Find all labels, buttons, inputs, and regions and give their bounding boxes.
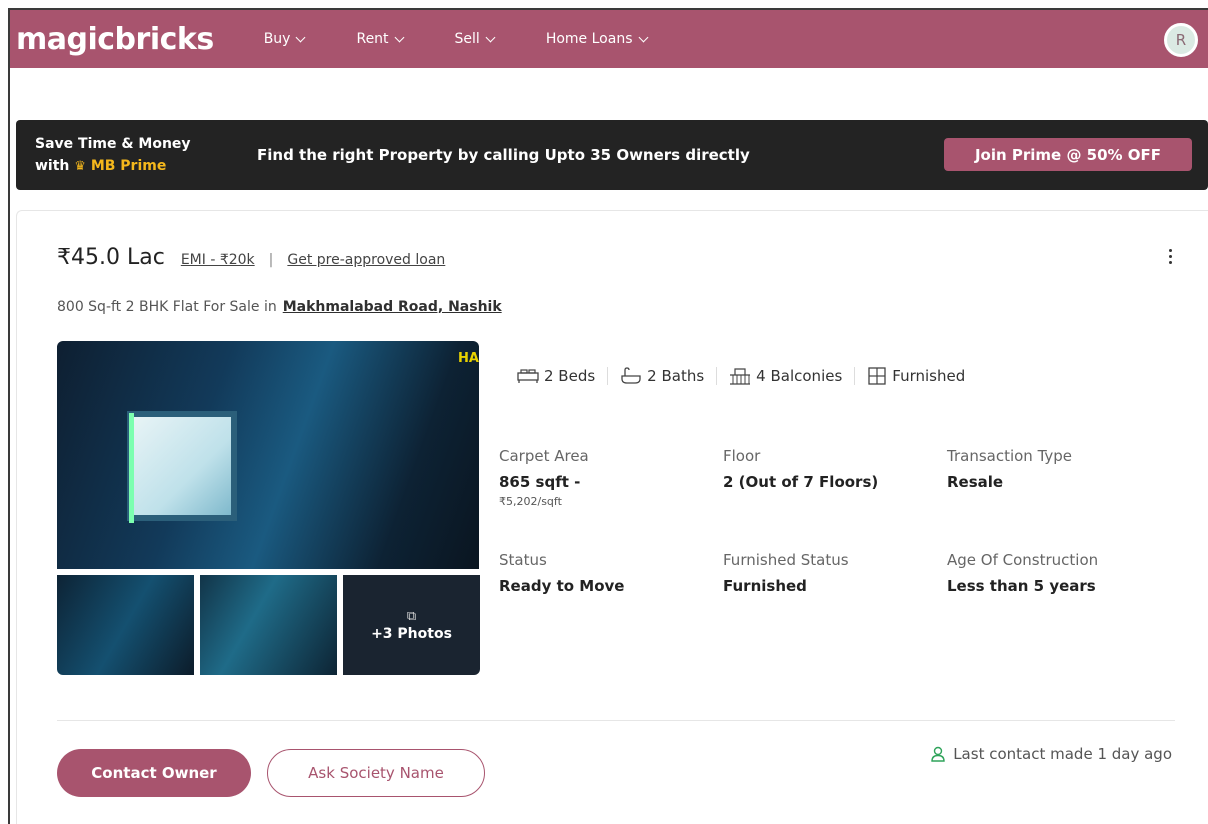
contact-owner-button[interactable]: Contact Owner <box>57 749 251 797</box>
gallery-icon: ⧉ <box>406 608 417 624</box>
price-row: ₹45.0 Lac EMI - ₹20k | Get pre-approved … <box>57 245 445 270</box>
property-description: 800 Sq-ft 2 BHK Flat For Sale in <box>57 299 277 315</box>
prime-with-text: with <box>35 157 70 174</box>
spec-value: 865 sqft - <box>499 473 581 491</box>
spec-value: Resale <box>947 473 1004 491</box>
amenity-label: Furnished <box>892 367 966 385</box>
amenity-balconies: 4 Balconies <box>729 367 842 385</box>
divider <box>854 367 856 385</box>
crown-icon: ♛ <box>74 158 86 174</box>
site-logo[interactable]: magicbricks <box>16 22 214 57</box>
amenities-row: 2 Beds 2 Baths 4 Balconies Furnished <box>517 367 965 385</box>
nav-buy[interactable]: Buy <box>263 31 306 47</box>
amenity-beds: 2 Beds <box>517 367 595 385</box>
ask-society-name-button[interactable]: Ask Society Name <box>267 749 485 797</box>
amenity-label: 4 Balconies <box>756 367 843 385</box>
emi-link[interactable]: EMI - ₹20k <box>181 252 255 268</box>
more-photos-thumbnail[interactable]: ⧉ +3 Photos <box>343 575 480 675</box>
chevron-down-icon <box>638 32 648 42</box>
prime-tagline-line1: Save Time & Money <box>35 135 191 152</box>
last-contact-info: Last contact made 1 day ago <box>931 745 1172 763</box>
prime-message: Find the right Property by calling Upto … <box>257 146 750 164</box>
spec-value: Less than 5 years <box>947 577 1096 595</box>
nav-home-loans[interactable]: Home Loans <box>545 31 648 47</box>
spec-status: Status Ready to Move <box>499 551 624 595</box>
spec-label: Transaction Type <box>947 447 1073 465</box>
spec-value: Ready to Move <box>499 577 625 595</box>
nav-rent[interactable]: Rent <box>356 31 404 47</box>
nav-sell[interactable]: Sell <box>454 31 496 47</box>
bed-icon <box>517 369 539 383</box>
join-prime-button[interactable]: Join Prime @ 50% OFF <box>944 138 1192 171</box>
furnished-icon <box>868 367 886 385</box>
spec-subvalue: ₹5,202/sqft <box>499 495 562 508</box>
photo-thumbnail[interactable] <box>57 575 194 675</box>
property-subtitle: 800 Sq-ft 2 BHK Flat For Sale in Makhmala… <box>57 299 502 315</box>
photo-thumbnail[interactable] <box>200 575 337 675</box>
spec-value: Furnished <box>723 577 807 595</box>
chevron-down-icon <box>485 32 496 42</box>
divider <box>607 367 609 385</box>
property-location-link[interactable]: Makhmalabad Road, Nashik <box>283 299 502 315</box>
prime-tagline: Save Time & Money with ♛ MB Prime <box>35 133 235 178</box>
amenity-label: 2 Beds <box>544 367 596 385</box>
user-icon <box>931 746 945 762</box>
chevron-down-icon <box>296 32 306 42</box>
spec-floor: Floor 2 (Out of 7 Floors) <box>723 447 878 491</box>
top-nav-bar: magicbricks Buy Rent Sell Home Loans R <box>10 10 1208 68</box>
more-photos-label: +3 Photos <box>371 625 452 642</box>
card-divider <box>57 720 1175 721</box>
prime-tagline-line2: with ♛ MB Prime <box>35 155 235 178</box>
more-options-icon[interactable] <box>1166 249 1174 267</box>
spec-label: Carpet Area <box>499 447 589 465</box>
spec-label: Age Of Construction <box>947 551 1099 569</box>
photo-content <box>129 413 134 523</box>
amenity-furnished: Furnished <box>867 367 965 385</box>
balcony-icon <box>730 368 751 385</box>
last-contact-text: Last contact made 1 day ago <box>953 745 1172 763</box>
photo-thumbnails: ⧉ +3 Photos <box>57 575 480 675</box>
bath-icon <box>621 367 641 384</box>
nav-label: Buy <box>263 31 291 47</box>
nav-label: Rent <box>356 31 389 47</box>
spec-label: Furnished Status <box>723 551 849 569</box>
user-avatar[interactable]: R <box>1164 23 1198 57</box>
spec-value: 2 (Out of 7 Floors) <box>723 473 879 491</box>
spec-furnished-status: Furnished Status Furnished <box>723 551 849 595</box>
prime-brand: MB Prime <box>90 157 167 174</box>
spec-carpet-area: Carpet Area 865 sqft - ₹5,202/sqft <box>499 447 589 508</box>
main-nav: Buy Rent Sell Home Loans <box>264 31 699 47</box>
photo-overlay-text: HA <box>458 351 479 366</box>
nav-label: Home Loans <box>545 31 633 47</box>
spec-label: Floor <box>723 447 761 465</box>
pre-approved-loan-link[interactable]: Get pre-approved loan <box>287 252 445 268</box>
amenity-baths: 2 Baths <box>620 367 704 385</box>
property-price: ₹45.0 Lac <box>57 245 165 270</box>
property-card: ₹45.0 Lac EMI - ₹20k | Get pre-approved … <box>16 210 1208 824</box>
spec-age-of-construction: Age Of Construction Less than 5 years <box>947 551 1098 595</box>
photo-content <box>127 411 237 521</box>
divider <box>716 367 718 385</box>
prime-banner: Save Time & Money with ♛ MB Prime Find t… <box>16 120 1208 190</box>
price-separator: | <box>268 252 274 268</box>
spec-transaction-type: Transaction Type Resale <box>947 447 1072 491</box>
chevron-down-icon <box>394 32 404 42</box>
main-photo[interactable]: HA <box>57 341 479 569</box>
amenity-label: 2 Baths <box>647 367 705 385</box>
nav-label: Sell <box>454 31 480 47</box>
spec-label: Status <box>499 551 547 569</box>
